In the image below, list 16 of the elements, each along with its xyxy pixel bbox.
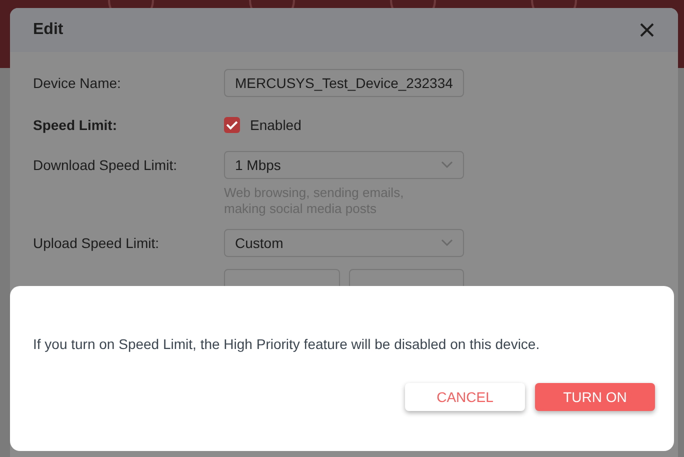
text-field[interactable]: MERCUSYS_Test_Device_232334 [224, 69, 464, 97]
turn-on-button[interactable]: TURN ON [535, 383, 655, 411]
field-label: Upload Speed Limit: [33, 234, 160, 253]
checkbox[interactable] [224, 117, 240, 133]
confirm-message: If you turn on Speed Limit, the High Priority feature will be disabled on this device. [33, 336, 541, 352]
field-label: Download Speed Limit: [33, 156, 178, 175]
select-field[interactable]: Custom [224, 229, 464, 257]
chevron-down-icon [441, 239, 453, 247]
close-icon[interactable] [640, 23, 654, 37]
checkbox-label: Enabled [250, 117, 302, 133]
chevron-down-icon [441, 161, 453, 169]
select-field[interactable]: 1 Mbps [224, 151, 464, 179]
dialog-title: Edit [33, 21, 64, 39]
field-label: Device Name: [33, 74, 122, 93]
field-label: Speed Limit: [33, 116, 118, 135]
cancel-button[interactable]: CANCEL [405, 383, 525, 411]
